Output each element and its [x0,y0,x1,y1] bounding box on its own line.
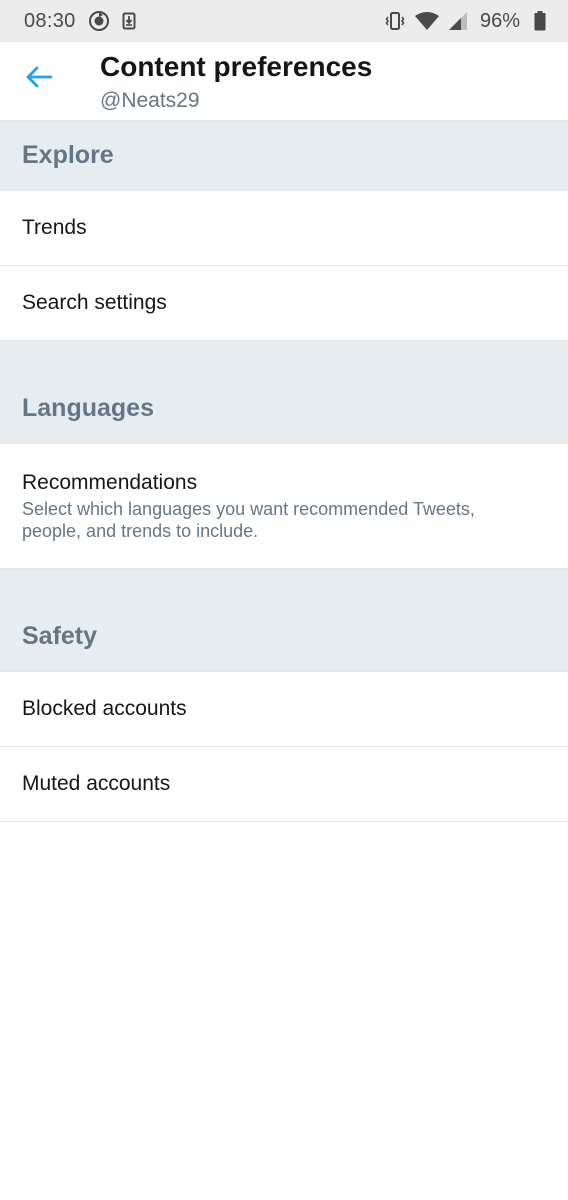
app-header: Content preferences @Neats29 [0,42,568,121]
status-bar-left: 08:30 [24,10,136,33]
settings-item-label: Trends [22,216,87,239]
section-title-explore: Explore [22,141,114,169]
settings-item-search-settings[interactable]: Search settings [0,266,568,341]
section-header-languages: Languages [0,341,568,444]
wifi-icon [414,11,440,31]
settings-item-label: Muted accounts [22,772,171,795]
section-header-safety: Safety [0,569,568,672]
back-button[interactable] [22,62,56,96]
settings-item-blocked-accounts[interactable]: Blocked accounts [0,672,568,747]
arrow-left-icon [25,65,53,94]
section-title-safety: Safety [22,622,98,650]
signal-icon [448,11,468,31]
status-bar: 08:30 96% [0,0,568,42]
vibrate-icon [384,11,406,31]
settings-item-label: Blocked accounts [22,697,187,720]
download-icon [122,12,136,30]
section-header-explore: Explore [0,121,568,191]
settings-item-muted-accounts[interactable]: Muted accounts [0,747,568,822]
status-time: 08:30 [24,9,76,32]
section-title-languages: Languages [22,394,154,422]
settings-item-label: Search settings [22,291,167,314]
settings-item-label: Recommendations [22,471,198,494]
header-text: Content preferences @Neats29 [100,50,372,114]
settings-item-description: Select which languages you want recommen… [22,499,475,541]
settings-item-recommendations[interactable]: Recommendations Select which languages y… [0,444,568,569]
sync-icon [88,10,110,32]
page-title: Content preferences [100,51,373,82]
status-bar-right: 96% [376,10,546,33]
account-handle: @Neats29 [100,89,200,112]
battery-icon [534,11,546,31]
battery-percent: 96% [479,9,520,32]
settings-item-trends[interactable]: Trends [0,191,568,266]
